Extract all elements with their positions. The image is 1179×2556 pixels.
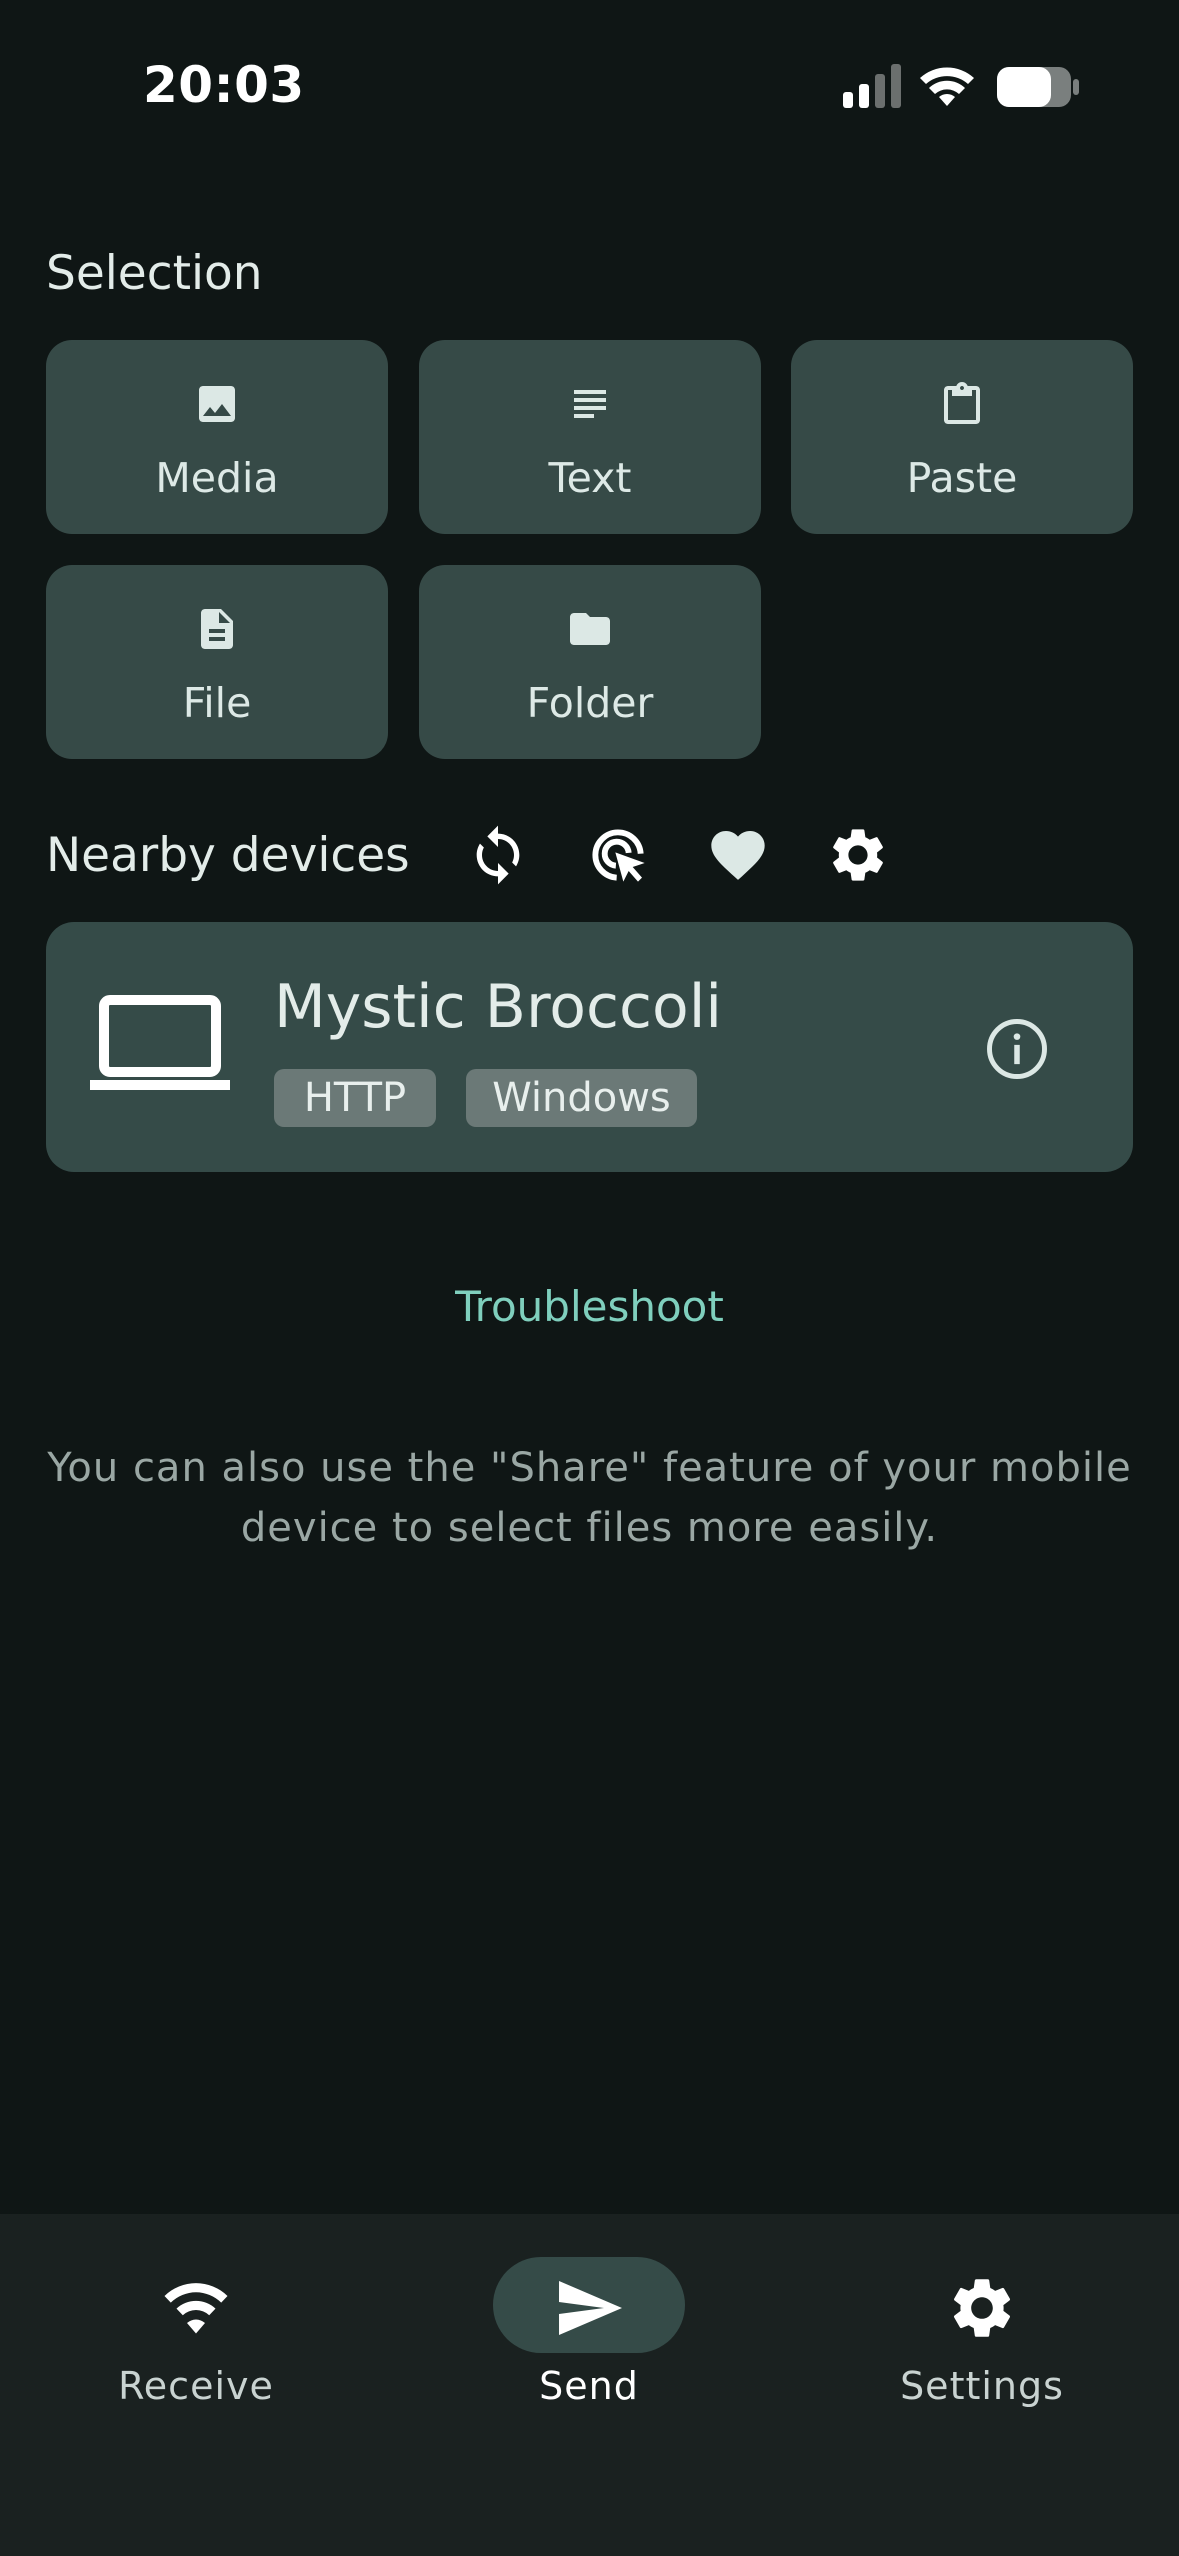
send-icon — [559, 2281, 622, 2335]
text-lines-icon — [574, 390, 606, 418]
cellular-signal-icon — [843, 64, 901, 108]
refresh-icon[interactable] — [466, 823, 530, 887]
share-hint-text: You can also use the "Share" feature of … — [40, 1438, 1139, 1558]
laptop-icon — [90, 995, 230, 1090]
text-button[interactable]: Text — [419, 340, 761, 534]
clipboard-icon — [944, 382, 980, 424]
nav-receive[interactable]: Receive — [66, 2250, 326, 2430]
text-label: Text — [548, 454, 632, 502]
nav-settings[interactable]: Settings — [852, 2250, 1112, 2430]
media-label: Media — [155, 454, 279, 502]
image-icon — [199, 386, 235, 422]
nav-receive-label: Receive — [118, 2364, 274, 2408]
folder-icon — [570, 613, 610, 645]
wifi-status-icon — [920, 67, 974, 106]
troubleshoot-link[interactable]: Troubleshoot — [0, 1282, 1179, 1331]
file-icon — [201, 609, 233, 649]
media-button[interactable]: Media — [46, 340, 388, 534]
selection-title: Selection — [46, 246, 263, 301]
battery-icon — [997, 67, 1079, 107]
device-name: Mystic Broccoli — [274, 972, 723, 1042]
status-time: 20:03 — [143, 56, 305, 114]
device-tag-http: HTTP — [274, 1069, 436, 1127]
share-hint-line-2: device to select files more easily. — [240, 1505, 939, 1551]
nav-settings-label: Settings — [900, 2364, 1064, 2408]
gear-icon — [953, 2279, 1011, 2337]
paste-label: Paste — [906, 454, 1018, 502]
folder-button[interactable]: Folder — [419, 565, 761, 759]
file-label: File — [182, 679, 252, 727]
file-button[interactable]: File — [46, 565, 388, 759]
info-icon[interactable] — [984, 1016, 1050, 1082]
favorite-heart-icon[interactable] — [706, 823, 770, 887]
nav-send-label: Send — [539, 2364, 639, 2408]
folder-label: Folder — [526, 679, 654, 727]
settings-gear-icon[interactable] — [826, 823, 890, 887]
share-hint-line-1: You can also use the "Share" feature of … — [47, 1445, 1132, 1491]
scan-cursor-icon[interactable] — [586, 823, 650, 887]
device-tag-windows: Windows — [466, 1069, 697, 1127]
paste-button[interactable]: Paste — [791, 340, 1133, 534]
nav-send[interactable]: Send — [459, 2250, 719, 2430]
nearby-devices-title: Nearby devices — [46, 828, 410, 883]
wifi-icon — [164, 2283, 228, 2334]
